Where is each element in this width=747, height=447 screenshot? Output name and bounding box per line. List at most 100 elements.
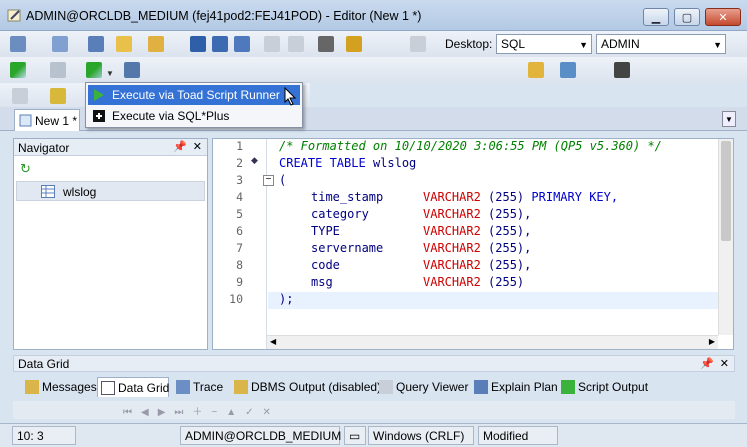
connection-select[interactable]: ADMIN ▼	[596, 34, 726, 54]
debug-icon[interactable]	[12, 88, 28, 104]
execute-dropdown-menu: Execute via Toad Script Runner Execute v…	[85, 82, 303, 128]
menu-item-toad-script-runner[interactable]: Execute via Toad Script Runner	[88, 85, 300, 105]
compare-icon[interactable]	[560, 62, 576, 78]
tab-label: DBMS Output (disabled)	[251, 380, 382, 394]
tab-query-viewer[interactable]: Query Viewer	[376, 377, 469, 397]
column-type: VARCHAR2	[423, 241, 481, 255]
tree-item-wlslog[interactable]: wlslog	[16, 181, 205, 201]
cursor-position: 10: 3	[12, 426, 76, 445]
binoculars-icon[interactable]	[614, 62, 630, 78]
tab-label: Explain Plan	[491, 380, 558, 394]
tab-data-grid[interactable]: Data Grid	[97, 377, 169, 397]
format-icon[interactable]	[124, 62, 140, 78]
execute-dropdown-arrow[interactable]: ▼	[106, 65, 114, 79]
close-icon[interactable]: ✕	[720, 357, 729, 370]
editor-vertical-scrollbar[interactable]	[718, 139, 733, 335]
tab-script-output[interactable]: Script Output	[558, 377, 650, 397]
column-size: (255),	[488, 224, 532, 238]
tab-dbms-output[interactable]: DBMS Output (disabled)	[231, 377, 381, 397]
code-line-8: code VARCHAR2 (255),	[279, 258, 662, 275]
tab-new-1[interactable]: New 1 *	[14, 109, 80, 131]
code-line-1: /* Formatted on 10/10/2020 3:06:55 PM (Q…	[279, 139, 662, 153]
pin-icon[interactable]: 📌	[700, 357, 714, 370]
editor-gutter: 1 2 3 4 5 6 7 8 9 10 ◆ −	[213, 139, 274, 349]
scroll-right-icon[interactable]: ▶	[709, 337, 715, 346]
code-line-3: (	[279, 173, 287, 187]
trace-icon	[176, 380, 190, 394]
line-number: 8	[236, 258, 243, 272]
clipboard-icon[interactable]	[528, 62, 544, 78]
column-size: (255),	[488, 207, 532, 221]
refresh-icon[interactable]: ↻	[20, 161, 31, 177]
dbms-output-icon	[234, 380, 248, 394]
column-size: (255),	[488, 241, 532, 255]
column-name: msg	[311, 275, 333, 289]
disconnect-icon[interactable]	[88, 36, 104, 52]
sql-file-icon	[19, 114, 32, 127]
pin-icon[interactable]: 📌	[173, 140, 187, 153]
column-type: VARCHAR2	[423, 207, 481, 221]
editor-horizontal-scrollbar[interactable]: ◀ ▶	[267, 335, 718, 349]
column-type: VARCHAR2	[423, 224, 481, 238]
tools-icon[interactable]	[346, 36, 362, 52]
minimize-button[interactable]: ▁	[643, 8, 669, 26]
sql-editor[interactable]: 1 2 3 4 5 6 7 8 9 10 ◆ − /* Formatted on…	[212, 138, 734, 350]
menu-item-label: Execute via Toad Script Runner	[112, 88, 280, 102]
tab-label: Data Grid	[118, 381, 170, 395]
record-navigation-icons: ⏮◀▶⏭＋−▲✓✕	[123, 407, 280, 418]
code-line-6: TYPE VARCHAR2 (255),	[279, 224, 662, 241]
tab-list-button[interactable]: ▼	[722, 111, 736, 127]
save-all-icon[interactable]	[234, 36, 250, 52]
toolbar-main: Desktop: SQL ▼ ADMIN ▼	[0, 31, 747, 57]
navigator-header: Navigator 📌 ✕	[14, 139, 207, 156]
tab-messages[interactable]: Messages	[22, 377, 97, 397]
data-grid-header: Data Grid 📌 ✕	[13, 355, 735, 372]
tree-item-label: wlslog	[63, 185, 97, 199]
tab-label: Query Viewer	[396, 380, 469, 394]
desktop-select[interactable]: SQL ▼	[496, 34, 592, 54]
close-button[interactable]: ✕	[705, 8, 741, 26]
navigator-panel: Navigator 📌 ✕ ↻ wlslog	[13, 138, 208, 350]
code-line-2: CREATE TABLE wlslog	[279, 156, 662, 173]
tab-trace[interactable]: Trace	[173, 377, 227, 397]
print-icon[interactable]	[318, 36, 334, 52]
menu-item-sqlplus[interactable]: Execute via SQL*Plus	[88, 106, 300, 126]
line-number: 4	[236, 190, 243, 204]
modified-state: Modified	[478, 426, 558, 445]
line-number: 5	[236, 207, 243, 221]
scroll-left-icon[interactable]: ◀	[270, 337, 276, 346]
stop-icon[interactable]	[50, 62, 66, 78]
code-line-5: category VARCHAR2 (255),	[279, 207, 662, 224]
line-ending: Windows (CRLF)	[368, 426, 474, 445]
scroll-thumb[interactable]	[721, 141, 731, 241]
save-icon[interactable]	[190, 36, 206, 52]
tab-label: Script Output	[578, 380, 649, 394]
connect-icon[interactable]	[10, 36, 26, 52]
desktop-value: SQL	[501, 37, 526, 51]
code-line-10: );	[279, 292, 294, 306]
layout-icon[interactable]	[410, 36, 426, 52]
open-folder-icon[interactable]	[148, 36, 164, 52]
open-file-icon[interactable]	[116, 36, 132, 52]
save-as-icon[interactable]	[212, 36, 228, 52]
tab-label: Messages	[42, 380, 97, 394]
close-icon[interactable]: ✕	[193, 140, 202, 153]
line-number: 9	[236, 275, 243, 289]
grid-navigator-toolbar: ⏮◀▶⏭＋−▲✓✕	[13, 401, 735, 419]
tab-explain-plan[interactable]: Explain Plan	[471, 377, 558, 397]
table-icon	[41, 185, 55, 198]
execute-statement-icon[interactable]	[10, 62, 26, 78]
sql-editor-icon[interactable]	[52, 36, 68, 52]
column-name: servername	[311, 241, 384, 255]
execute-script-icon[interactable]	[86, 62, 102, 78]
paste-icon[interactable]	[288, 36, 304, 52]
query-viewer-icon	[379, 380, 393, 394]
connection-value: ADMIN	[601, 37, 640, 51]
fold-collapse-icon[interactable]: −	[263, 175, 274, 186]
package-icon[interactable]	[50, 88, 66, 104]
cut-icon[interactable]	[264, 36, 280, 52]
maximize-button[interactable]: ▢	[674, 8, 700, 26]
create-keyword: CREATE TABLE	[279, 156, 366, 170]
column-size: (255),	[488, 258, 532, 272]
table-name: wlslog	[372, 156, 417, 170]
